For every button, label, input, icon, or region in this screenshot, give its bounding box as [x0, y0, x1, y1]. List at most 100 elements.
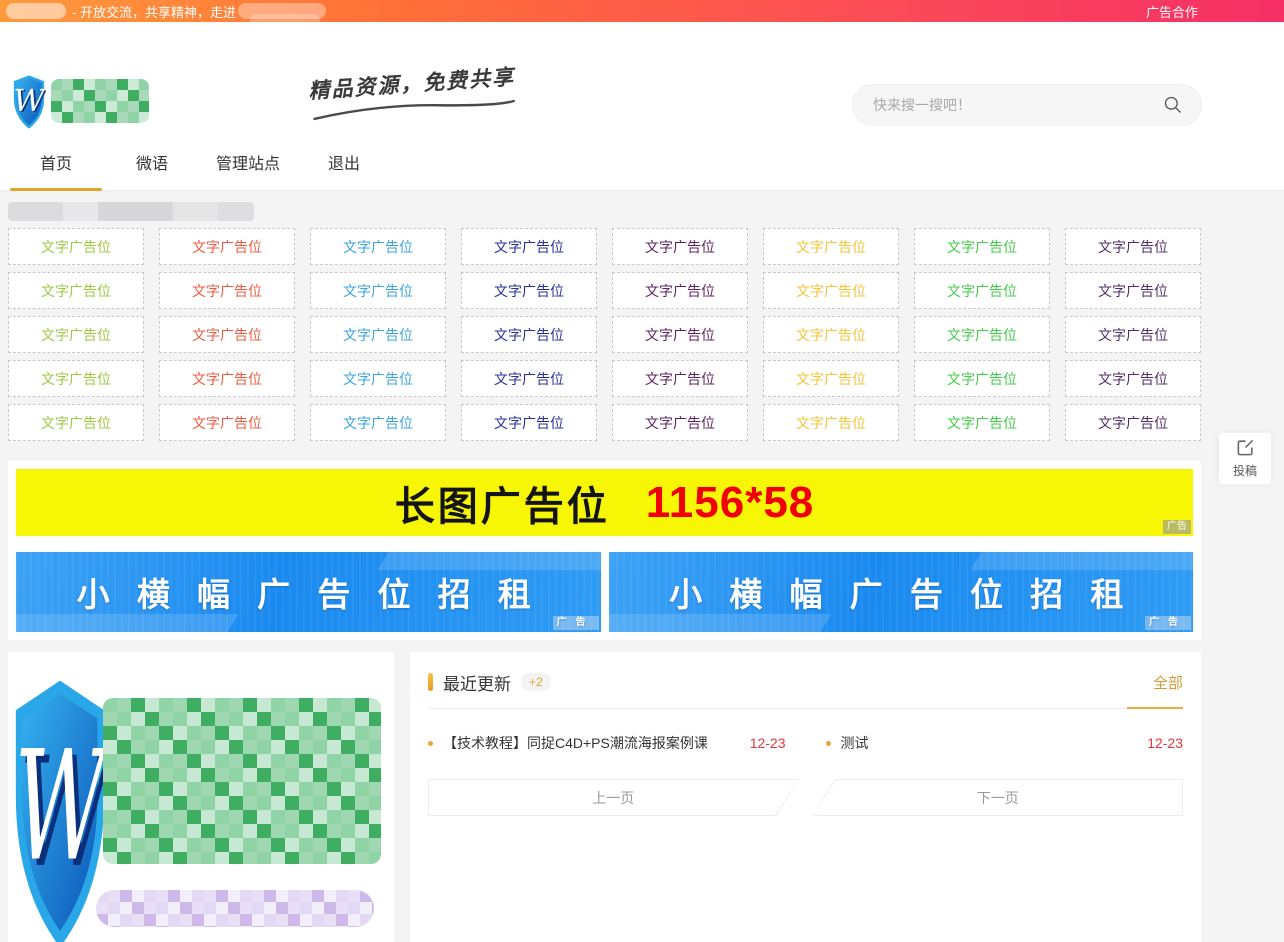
text-ad-cell[interactable]: 文字广告位	[1065, 316, 1201, 353]
text-ad-cell[interactable]: 文字广告位	[612, 272, 748, 309]
long-banner-size: 1156*58	[645, 477, 815, 527]
text-ad-cell[interactable]: 文字广告位	[914, 404, 1050, 441]
long-banner-ad[interactable]: 长图广告位 1156*58 广告	[16, 469, 1193, 536]
text-ad-cell[interactable]: 文字广告位	[8, 360, 144, 397]
nav-item-logout[interactable]: 退出	[296, 140, 392, 190]
bullet-dot	[428, 740, 433, 746]
text-ad-cell[interactable]: 文字广告位	[1065, 360, 1201, 397]
text-ad-cell[interactable]: 文字广告位	[763, 316, 899, 353]
main-content: 文字广告位 文字广告位 文字广告位 文字广告位 文字广告位 文字广告位 文字广告位 文字广告位…	[0, 202, 1284, 942]
text-ad-cell[interactable]: 文字广告位	[612, 228, 748, 265]
redacted-notice-line	[8, 202, 254, 221]
view-all-link[interactable]: 全部	[1153, 672, 1183, 693]
text-ad-cell[interactable]: 文字广告位	[763, 360, 899, 397]
text-ad-cell[interactable]: 文字广告位	[461, 316, 597, 353]
text-ad-cell[interactable]: 文字广告位	[461, 360, 597, 397]
search-input[interactable]	[871, 96, 1163, 114]
ad-cooperation-link[interactable]: 广告合作	[1146, 2, 1198, 21]
text-ad-cell[interactable]: 文字广告位	[8, 316, 144, 353]
article-list: 【技术教程】同捉C4D+PS潮流海报案例课 12-23 测试 12-23	[428, 733, 1183, 753]
site-name-redacted-large	[103, 698, 381, 864]
nav-item-manage[interactable]: 管理站点	[200, 140, 296, 190]
bullet-dot	[825, 740, 831, 746]
text-ad-cell[interactable]: 文字广告位	[159, 272, 295, 309]
text-ad-cell[interactable]: 文字广告位	[310, 404, 446, 441]
recent-updates-card: 最近更新 +2 全部 【技术教程】同捉C4D+PS潮流海报案例课 12-23 测试 1…	[410, 652, 1201, 942]
article-date: 12-23	[1147, 735, 1183, 751]
redacted-blob	[6, 3, 66, 19]
nav-item-home[interactable]: 首页	[8, 140, 104, 191]
article-item[interactable]: 测试 12-23	[825, 733, 1183, 753]
text-ad-cell[interactable]: 文字广告位	[763, 228, 899, 265]
top-announcement-bar: - 开放交流，共享精神，走进 广告合作	[0, 0, 1284, 28]
text-ad-cell[interactable]: 文字广告位	[310, 228, 446, 265]
text-ad-cell[interactable]: 文字广告位	[612, 404, 748, 441]
text-ad-cell[interactable]: 文字广告位	[310, 272, 446, 309]
logo-card: W W	[8, 652, 394, 942]
text-ad-cell[interactable]: 文字广告位	[1065, 228, 1201, 265]
text-ad-cell[interactable]: 文字广告位	[159, 316, 295, 353]
text-ad-cell[interactable]: 文字广告位	[461, 228, 597, 265]
next-page-button[interactable]: 下一页	[812, 779, 1183, 816]
section-divider	[428, 707, 1183, 709]
submit-label: 投稿	[1232, 464, 1257, 478]
text-ad-grid: 文字广告位 文字广告位 文字广告位 文字广告位 文字广告位 文字广告位 文字广告位 文字广告位…	[8, 228, 1201, 441]
new-count-badge: +2	[521, 673, 551, 691]
text-ad-cell[interactable]: 文字广告位	[310, 316, 446, 353]
submit-post-button[interactable]: 投稿	[1218, 432, 1272, 485]
text-ad-cell[interactable]: 文字广告位	[914, 316, 1050, 353]
article-title[interactable]: 测试	[841, 733, 1136, 753]
all-link-underline	[1127, 707, 1183, 709]
site-header: W W 精品资源，免费共享	[0, 22, 1284, 140]
ad-tag: 广告	[1145, 616, 1191, 630]
nav-item-weiyu[interactable]: 微语	[104, 140, 200, 190]
site-logo[interactable]: W W	[12, 74, 149, 135]
bottom-section: W W 最近更新 +2 全部 【技术教程】同捉C4D+PS潮流海报案例课 12-2…	[8, 652, 1201, 942]
article-item[interactable]: 【技术教程】同捉C4D+PS潮流海报案例课 12-23	[428, 733, 786, 753]
svg-text:W: W	[15, 719, 108, 895]
prev-page-button[interactable]: 上一页	[428, 779, 799, 816]
text-ad-cell[interactable]: 文字广告位	[159, 404, 295, 441]
article-title[interactable]: 【技术教程】同捉C4D+PS潮流海报案例课	[443, 733, 738, 753]
banner-section: 长图广告位 1156*58 广告 小 横 幅 广 告 位 招 租广告小 横 幅 …	[8, 461, 1201, 640]
search-icon[interactable]	[1163, 95, 1183, 115]
announcement-text: - 开放交流，共享精神，走进	[72, 4, 236, 20]
small-banner-text: 小 横 幅 广 告 位 招 租	[76, 576, 540, 613]
pagination: 上一页 下一页	[428, 779, 1183, 816]
text-ad-cell[interactable]: 文字广告位	[914, 360, 1050, 397]
ad-tag: 广告	[1163, 520, 1191, 534]
text-ad-cell[interactable]: 文字广告位	[612, 360, 748, 397]
text-ad-cell[interactable]: 文字广告位	[461, 404, 597, 441]
section-accent-bar	[428, 673, 433, 691]
text-ad-cell[interactable]: 文字广告位	[8, 228, 144, 265]
site-slogan: 精品资源，免费共享	[298, 60, 526, 129]
text-ad-cell[interactable]: 文字广告位	[8, 404, 144, 441]
shield-logo-large-icon: W W	[12, 674, 116, 942]
site-name-redacted	[51, 79, 149, 123]
text-ad-cell[interactable]: 文字广告位	[914, 272, 1050, 309]
main-nav: 首页 微语 管理站点 退出	[0, 140, 1284, 191]
edit-icon	[1236, 438, 1255, 460]
search-bar	[852, 84, 1202, 126]
section-header: 最近更新 +2 全部	[428, 668, 1183, 696]
shield-logo-icon: W W	[12, 74, 49, 135]
text-ad-cell[interactable]: 文字广告位	[1065, 272, 1201, 309]
text-ad-cell[interactable]: 文字广告位	[461, 272, 597, 309]
text-ad-cell[interactable]: 文字广告位	[763, 272, 899, 309]
article-date: 12-23	[749, 735, 786, 751]
small-banner-ad[interactable]: 小 横 幅 广 告 位 招 租广告	[608, 552, 1193, 632]
text-ad-cell[interactable]: 文字广告位	[159, 228, 295, 265]
small-banner-ad[interactable]: 小 横 幅 广 告 位 招 租广告	[16, 552, 601, 632]
long-banner-title: 长图广告位	[394, 484, 610, 529]
text-ad-cell[interactable]: 文字广告位	[159, 360, 295, 397]
svg-text:W: W	[13, 84, 46, 119]
text-ad-cell[interactable]: 文字广告位	[763, 404, 899, 441]
small-banner-text: 小 横 幅 广 告 位 招 租	[669, 576, 1133, 613]
text-ad-cell[interactable]: 文字广告位	[914, 228, 1050, 265]
text-ad-cell[interactable]: 文字广告位	[612, 316, 748, 353]
site-tagline-redacted	[96, 890, 374, 927]
text-ad-cell[interactable]: 文字广告位	[1065, 404, 1201, 441]
text-ad-cell[interactable]: 文字广告位	[310, 360, 446, 397]
section-title: 最近更新	[443, 674, 511, 694]
text-ad-cell[interactable]: 文字广告位	[8, 272, 144, 309]
